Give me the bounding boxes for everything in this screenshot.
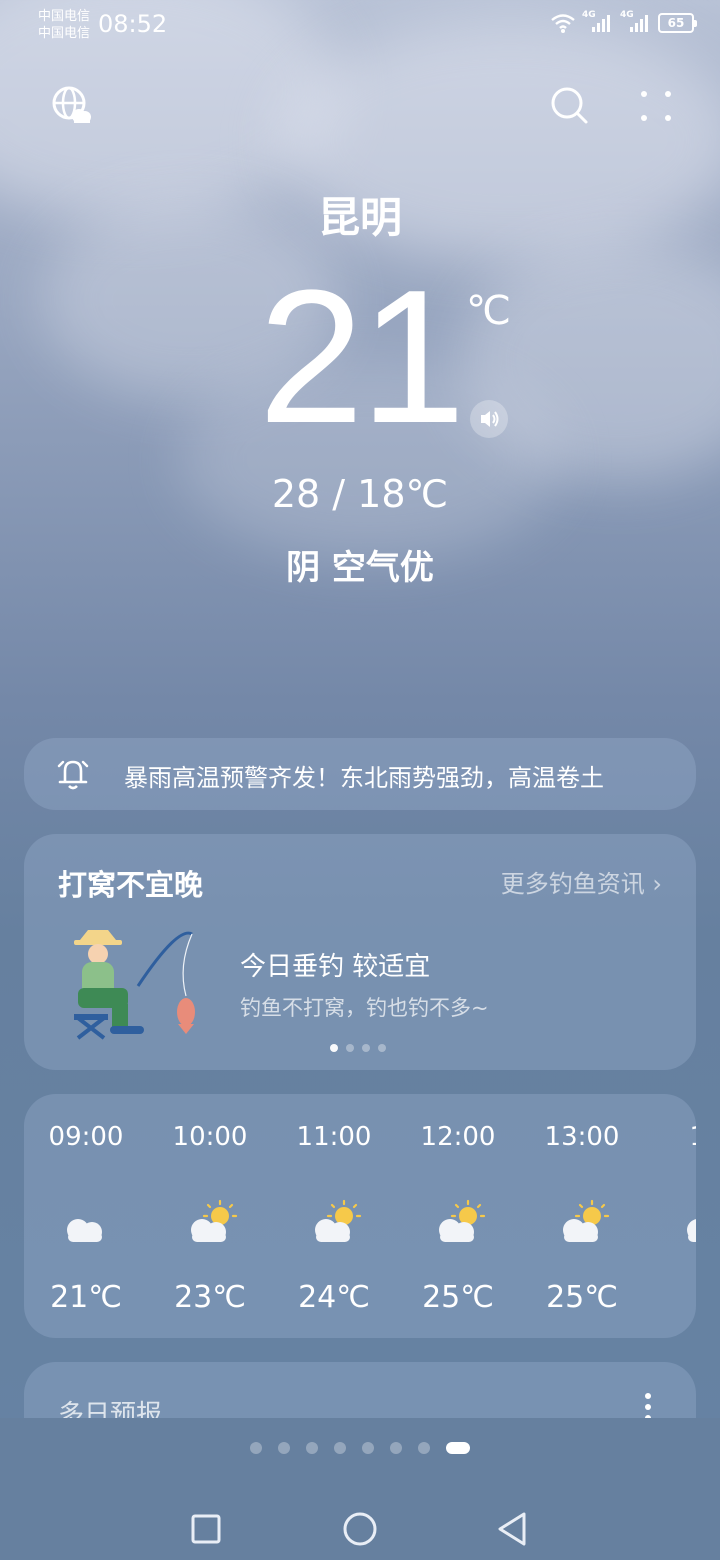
hour-time: 10:00: [172, 1122, 248, 1152]
page-dot: [446, 1442, 470, 1454]
hour-time: 14: [644, 1122, 696, 1152]
status-bar: 中国电信 中国电信 08:52 4G 4G 65: [0, 0, 720, 50]
search-button[interactable]: [548, 84, 592, 128]
weather-condition: 阴 空气优: [286, 548, 434, 588]
hour-time: 13:00: [544, 1122, 620, 1152]
square-icon: [191, 1514, 221, 1544]
hour-temperature: 25℃: [546, 1280, 618, 1315]
partly-sunny-icon: [439, 1199, 486, 1242]
current-temperature: 21: [258, 251, 465, 463]
recent-apps-button[interactable]: [176, 1500, 236, 1560]
hour-temperature: 24℃: [298, 1280, 370, 1315]
more-vertical-icon[interactable]: [644, 1392, 652, 1418]
partly-sunny-icon: [315, 1199, 362, 1242]
dots-grid-icon: [641, 91, 671, 121]
alert-text: 暴雨高温预警齐发！东北雨势强劲，高温卷土: [124, 764, 604, 792]
page-dot: [362, 1442, 374, 1454]
carousel-dot: [362, 1044, 370, 1052]
hour-temperature: 25℃: [422, 1280, 494, 1315]
page-dot: [306, 1442, 318, 1454]
globe-cloud-icon: [52, 86, 91, 123]
hour-temperature: 21℃: [50, 1280, 122, 1315]
hourly-item: 12:00 25℃: [396, 1094, 520, 1338]
carrier-labels: 中国电信 中国电信: [38, 8, 90, 42]
page-dot: [250, 1442, 262, 1454]
carousel-dot: [330, 1044, 338, 1052]
city-name: 昆明: [317, 193, 402, 242]
speaker-icon: [481, 411, 499, 427]
network-type-1: 4G: [582, 10, 596, 20]
more-menu-button[interactable]: [634, 84, 678, 128]
network-type-2: 4G: [620, 10, 634, 20]
temperature-range: 28 / 18℃: [271, 472, 449, 516]
status-clock: 08:52: [98, 10, 168, 38]
fishing-status: 今日垂钓 较适宜: [240, 952, 431, 982]
hour-temperature: 23℃: [174, 1280, 246, 1315]
fisherman-illustration: [74, 930, 195, 1040]
weather-alert-banner[interactable]: 暴雨高温预警齐发！东北雨势强劲，高温卷土: [24, 738, 696, 810]
city-page-indicator: [250, 1442, 470, 1454]
partly-sunny-icon: [687, 1219, 696, 1242]
wifi-icon: [551, 14, 575, 33]
circle-icon: [343, 1512, 377, 1546]
system-icons: 4G 4G 65: [550, 10, 697, 34]
home-button[interactable]: [330, 1500, 390, 1560]
page-dot: [334, 1442, 346, 1454]
bell-icon: [57, 760, 89, 790]
search-icon: [551, 87, 588, 124]
hourly-item: 11:00 24℃: [272, 1094, 396, 1338]
hour-temperature: 2: [644, 1280, 696, 1315]
page-dot: [390, 1442, 402, 1454]
hour-time: 11:00: [296, 1122, 372, 1152]
battery-indicator: 65: [658, 13, 697, 33]
daily-forecast-card[interactable]: 多日预报: [24, 1362, 696, 1418]
signal-strength-icon: 4G: [582, 10, 614, 34]
hourly-forecast-card[interactable]: 09:00 21℃ 10:00 23℃ 11:00 24℃ 12:00 25℃ 13:00 25℃…: [24, 1094, 696, 1338]
voice-broadcast-button[interactable]: [470, 400, 508, 438]
hourly-item: 13:00 25℃: [520, 1094, 644, 1338]
back-button[interactable]: [482, 1500, 542, 1560]
fishing-description: 钓鱼不打窝，钓也钓不多~: [240, 996, 489, 1020]
temperature-unit: ℃: [466, 288, 511, 334]
hour-time: 09:00: [48, 1122, 124, 1152]
partly-sunny-icon: [191, 1199, 238, 1242]
city-manage-button[interactable]: [50, 84, 94, 128]
carrier-1: 中国电信: [38, 9, 91, 24]
fishing-card[interactable]: 打窝不宜晚 更多钓鱼资讯 › 今日垂钓 较适宜 钓鱼不打窝，钓也钓不多~: [24, 834, 696, 1070]
fishing-title: 打窝不宜晚: [58, 868, 204, 902]
hourly-item: 09:00 21℃: [24, 1094, 148, 1338]
system-navigation-bar: [0, 1418, 720, 1560]
carousel-dot: [346, 1044, 354, 1052]
page-dot: [278, 1442, 290, 1454]
carousel-indicator: [330, 1044, 386, 1052]
page-dot: [418, 1442, 430, 1454]
carrier-2: 中国电信: [38, 26, 91, 41]
triangle-back-icon: [498, 1512, 526, 1546]
hourly-item: 10:00 23℃: [148, 1094, 272, 1338]
daily-forecast-title: 多日预报: [58, 1400, 163, 1418]
hourly-item: 14 2: [644, 1094, 696, 1338]
signal-strength-icon: 4G: [620, 10, 652, 34]
hour-time: 12:00: [420, 1122, 496, 1152]
partly-sunny-icon: [563, 1199, 610, 1242]
cloudy-icon: [67, 1219, 102, 1242]
fishing-more-link[interactable]: 更多钓鱼资讯 ›: [501, 864, 662, 899]
carousel-dot: [378, 1044, 386, 1052]
